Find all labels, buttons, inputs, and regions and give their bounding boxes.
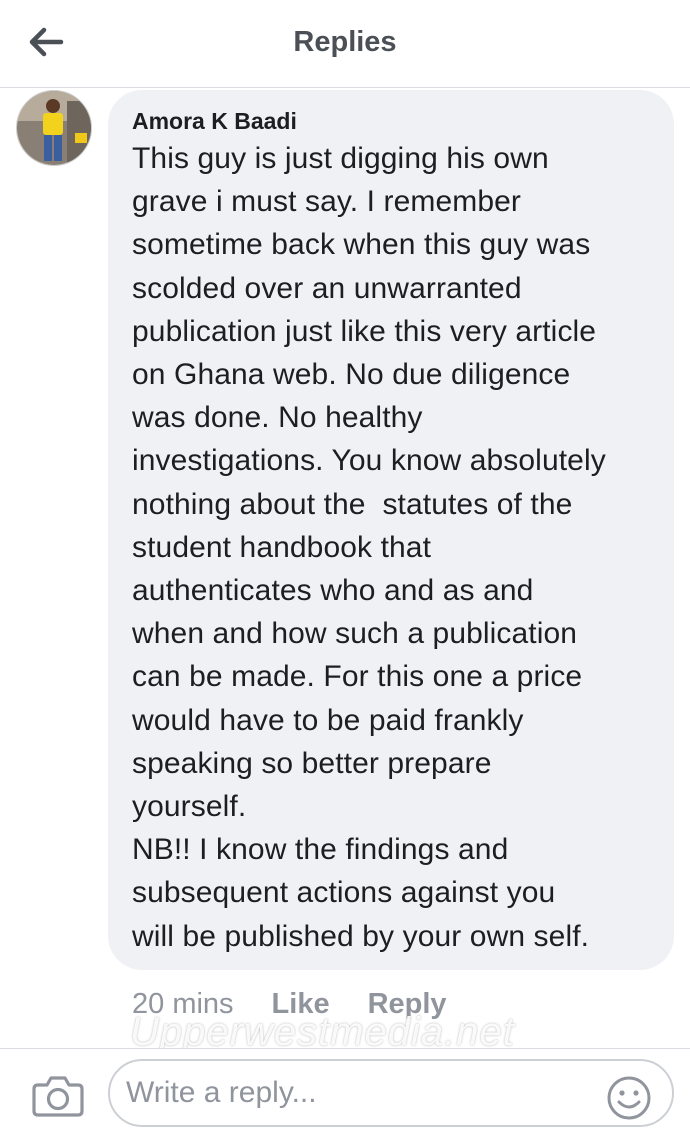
emoji-button[interactable] (606, 1075, 652, 1121)
avatar[interactable] (16, 90, 92, 166)
comment-bubble: Amora K Baadi This guy is just digging h… (108, 90, 674, 970)
avatar-photo (17, 91, 91, 165)
comment-author-name[interactable]: Amora K Baadi (132, 106, 652, 136)
reply-composer (0, 1048, 690, 1132)
header-bar: Replies (0, 0, 690, 88)
page-title: Replies (293, 26, 397, 58)
emoji-icon (607, 1076, 651, 1120)
reply-input[interactable] (110, 1061, 672, 1125)
camera-button[interactable] (30, 1073, 86, 1119)
camera-icon (32, 1076, 84, 1117)
comment-text: This guy is just digging his own grave i… (132, 142, 606, 953)
reply-input-container (108, 1059, 674, 1127)
